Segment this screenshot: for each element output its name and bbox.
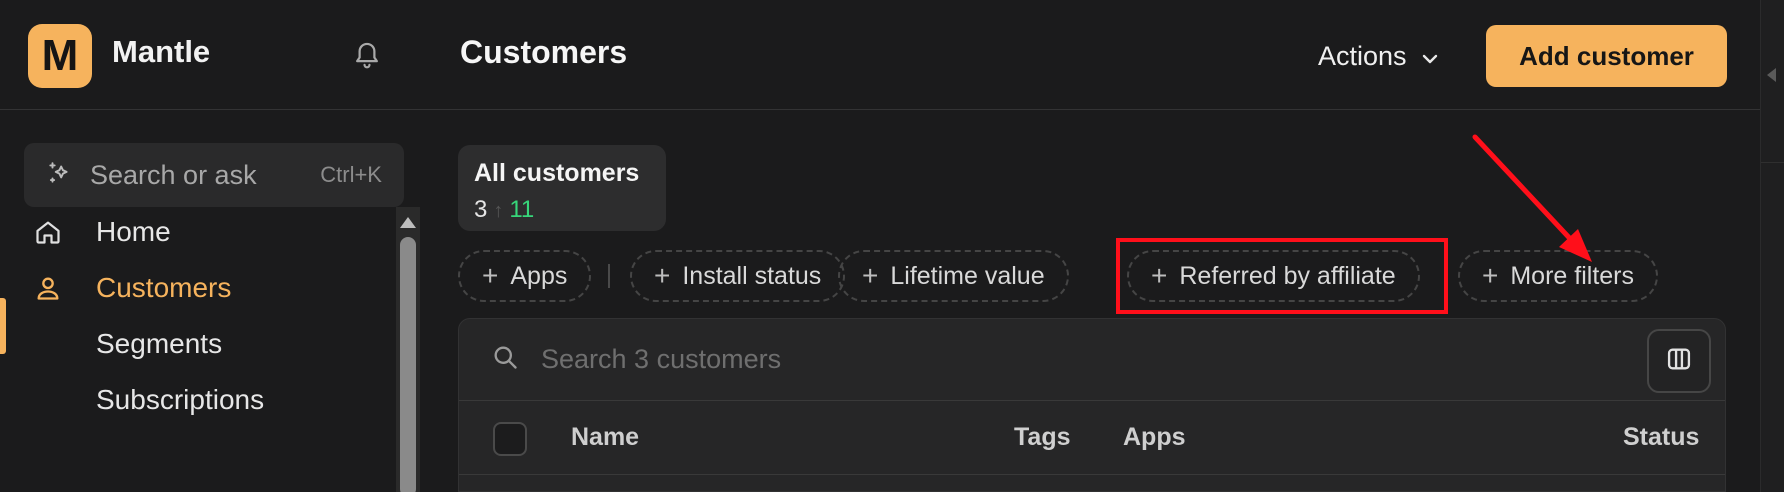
collapse-arrow-icon[interactable] xyxy=(1767,68,1776,82)
filter-label: More filters xyxy=(1510,261,1634,290)
column-header-status[interactable]: Status xyxy=(1623,423,1699,452)
filter-chip-more-filters[interactable]: + More filters xyxy=(1458,250,1658,302)
filter-label: Install status xyxy=(682,261,822,290)
trend-up-icon: ↑ xyxy=(493,200,504,222)
filter-chip-lifetime-value[interactable]: + Lifetime value xyxy=(838,250,1069,302)
scrollbar-thumb[interactable] xyxy=(400,237,416,492)
sidebar-item-subscriptions[interactable]: Subscriptions xyxy=(0,372,380,428)
chevron-down-icon xyxy=(1421,41,1439,72)
search-ask-input[interactable]: Search or ask Ctrl+K xyxy=(24,143,404,207)
sidebar-scrollbar[interactable] xyxy=(396,207,420,492)
segment-title: All customers xyxy=(474,159,640,187)
brand-name: Mantle xyxy=(112,34,211,69)
segment-count: 3 xyxy=(474,196,488,223)
actions-menu-button[interactable]: Actions xyxy=(1300,26,1457,86)
sidebar-item-label: Customers xyxy=(96,272,232,303)
table-header: Name Tags Apps Status xyxy=(459,401,1725,475)
annotation-highlight-box xyxy=(1116,238,1448,314)
plus-icon: + xyxy=(862,260,879,291)
home-icon xyxy=(0,218,96,246)
column-header-name[interactable]: Name xyxy=(571,423,639,452)
shortcut-hint: Ctrl+K xyxy=(320,162,382,187)
column-header-tags[interactable]: Tags xyxy=(1014,423,1071,452)
top-bar: M Mantle Customers Actions Add customer xyxy=(0,0,1760,110)
sparkle-icon xyxy=(46,160,72,191)
filter-label: Apps xyxy=(510,261,568,290)
logo[interactable]: M xyxy=(28,24,92,88)
segment-card-all-customers[interactable]: All customers 3 ↑ 11 xyxy=(458,145,666,231)
plus-icon: + xyxy=(1482,260,1499,291)
search-ask-label: Search or ask xyxy=(90,159,257,190)
sidebar-item-label: Subscriptions xyxy=(96,384,265,415)
customers-table: Search 3 customers Name Tags Apps Status xyxy=(458,318,1726,492)
search-icon xyxy=(491,343,519,376)
scroll-up-arrow-icon[interactable] xyxy=(400,217,416,228)
bell-icon[interactable] xyxy=(350,38,384,72)
column-header-apps[interactable]: Apps xyxy=(1123,423,1186,452)
sidebar-item-home[interactable]: Home xyxy=(0,204,380,260)
plus-icon: + xyxy=(482,260,499,291)
segment-trend-count: 11 xyxy=(509,196,535,223)
actions-label: Actions xyxy=(1318,40,1407,71)
page-title: Customers xyxy=(460,34,628,70)
right-panel-rail xyxy=(1760,0,1784,492)
add-customer-button[interactable]: Add customer xyxy=(1486,25,1727,87)
sidebar-item-label: Home xyxy=(96,216,171,247)
filter-label: Lifetime value xyxy=(890,261,1045,290)
columns-button[interactable] xyxy=(1647,329,1711,393)
select-all-checkbox[interactable] xyxy=(493,422,527,456)
sidebar: Search or ask Ctrl+K Home Customers Segm xyxy=(0,111,424,492)
table-search-placeholder: Search 3 customers xyxy=(541,344,782,374)
divider xyxy=(1761,162,1784,163)
columns-icon xyxy=(1665,345,1693,378)
divider xyxy=(608,264,610,288)
sidebar-item-label: Segments xyxy=(96,328,223,359)
app-window: M Mantle Customers Actions Add customer xyxy=(0,0,1784,492)
filter-chip-install-status[interactable]: + Install status xyxy=(630,250,846,302)
user-icon xyxy=(0,274,96,302)
table-search-bar[interactable]: Search 3 customers xyxy=(459,319,1725,401)
plus-icon: + xyxy=(654,260,671,291)
segment-counts: 3 ↑ 11 xyxy=(474,196,650,224)
sidebar-item-segments[interactable]: Segments xyxy=(0,316,380,372)
filter-chip-apps[interactable]: + Apps xyxy=(458,250,592,302)
sidebar-item-customers[interactable]: Customers xyxy=(0,260,380,316)
